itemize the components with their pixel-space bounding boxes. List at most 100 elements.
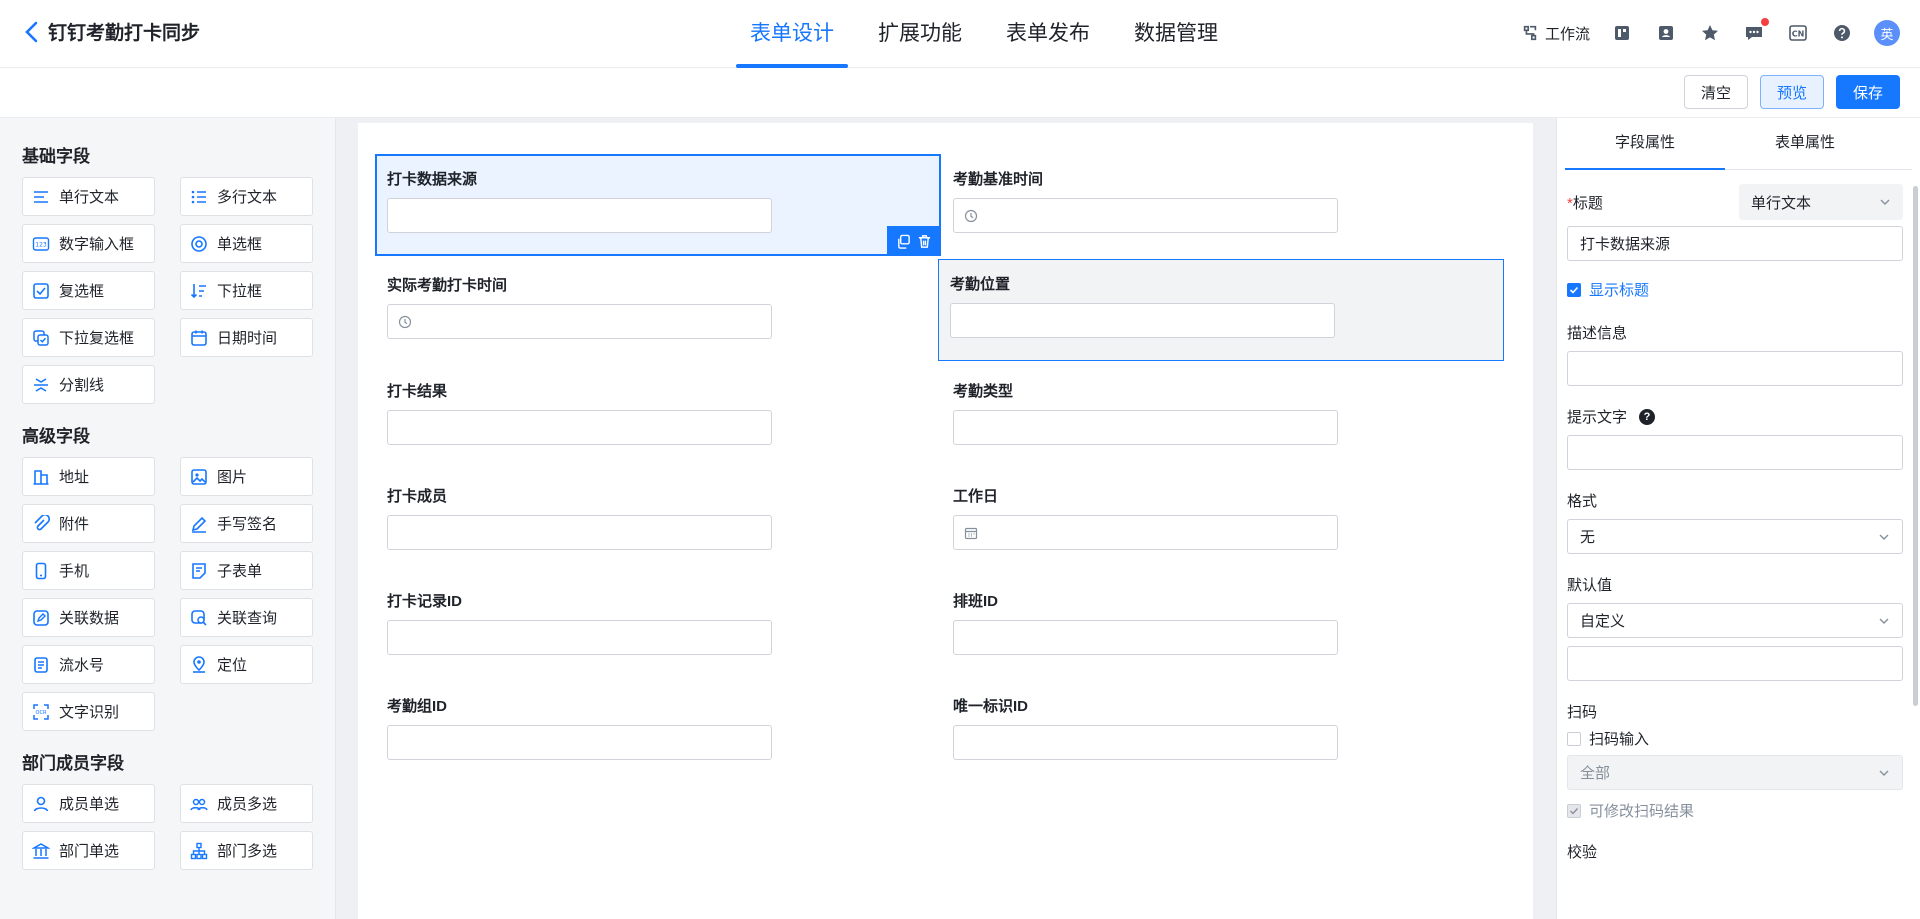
- component-attachment[interactable]: 附件: [22, 504, 155, 543]
- help-circle-icon[interactable]: ?: [1639, 408, 1656, 425]
- component-number-input[interactable]: 123 数字输入框: [22, 224, 155, 263]
- contact-card-icon[interactable]: [1654, 21, 1678, 45]
- format-value: 无: [1580, 529, 1596, 546]
- scrollbar[interactable]: [1913, 186, 1918, 706]
- hint-input[interactable]: [1567, 435, 1903, 470]
- component-subform[interactable]: 子表单: [180, 551, 313, 590]
- tab-data-management[interactable]: 数据管理: [1112, 0, 1240, 68]
- component-image[interactable]: 图片: [180, 457, 313, 496]
- component-member-multi[interactable]: 成员多选: [180, 784, 313, 823]
- field-actions: [887, 226, 941, 256]
- field-input[interactable]: [953, 198, 1338, 233]
- delete-icon[interactable]: [917, 234, 932, 249]
- layout-icon[interactable]: [1610, 21, 1634, 45]
- component-radio[interactable]: 单选框: [180, 224, 313, 263]
- user-avatar[interactable]: 英: [1874, 20, 1900, 46]
- default-value-select[interactable]: 自定义: [1567, 603, 1903, 638]
- form-field-punch-source[interactable]: 打卡数据来源: [375, 154, 941, 256]
- tab-extensions[interactable]: 扩展功能: [856, 0, 984, 68]
- clear-button[interactable]: 清空: [1683, 75, 1748, 109]
- component-member-single[interactable]: 成员单选: [22, 784, 155, 823]
- form-field-group-id[interactable]: 考勤组ID: [375, 681, 941, 783]
- component-checkbox[interactable]: 复选框: [22, 271, 155, 310]
- field-input[interactable]: [387, 410, 772, 445]
- tab-form-properties[interactable]: 表单属性: [1725, 118, 1885, 169]
- field-input[interactable]: [387, 725, 772, 760]
- tab-field-properties[interactable]: 字段属性: [1565, 118, 1725, 170]
- scan-scope-value: 全部: [1580, 765, 1611, 782]
- component-signature[interactable]: 手写签名: [180, 504, 313, 543]
- form-field-workday[interactable]: 工作日: [941, 471, 1507, 573]
- preview-button[interactable]: 预览: [1759, 75, 1824, 109]
- message-icon[interactable]: [1742, 18, 1769, 45]
- component-divider[interactable]: 分割线: [22, 365, 155, 404]
- field-input[interactable]: [953, 620, 1338, 655]
- title-input[interactable]: 打卡数据来源: [1567, 226, 1903, 261]
- pen-icon: [189, 514, 209, 534]
- field-label: 考勤位置: [950, 276, 1011, 293]
- chevron-down-icon: [1879, 534, 1889, 540]
- component-department-multi[interactable]: 部门多选: [180, 831, 313, 870]
- component-label: 下拉复选框: [59, 330, 135, 347]
- component-label: 图片: [217, 469, 248, 486]
- format-select[interactable]: 无: [1567, 519, 1903, 554]
- form-field-attendance-type[interactable]: 考勤类型: [941, 366, 1507, 468]
- component-label: 部门单选: [59, 843, 120, 860]
- component-datetime[interactable]: 日期时间: [180, 318, 313, 357]
- form-field-base-time[interactable]: 考勤基准时间: [941, 154, 1507, 256]
- form-field-punch-record-id[interactable]: 打卡记录ID: [375, 576, 941, 678]
- calendar-icon: [189, 328, 209, 348]
- checkbox-icon: [31, 281, 51, 301]
- calendar-icon: [964, 527, 978, 539]
- field-input[interactable]: [387, 198, 772, 233]
- component-multi-line-text[interactable]: 多行文本: [180, 177, 313, 216]
- workflow-button[interactable]: 工作流: [1521, 23, 1590, 44]
- description-label: 描述信息: [1567, 325, 1628, 342]
- scan-modify-label: 可修改扫码结果: [1589, 803, 1695, 820]
- field-input[interactable]: [950, 303, 1335, 338]
- help-icon[interactable]: [1830, 21, 1854, 45]
- component-serial-number[interactable]: 流水号: [22, 645, 155, 684]
- field-input[interactable]: [387, 620, 772, 655]
- tab-form-design[interactable]: 表单设计: [728, 0, 856, 68]
- field-input[interactable]: [953, 515, 1338, 550]
- copy-icon[interactable]: [896, 234, 911, 249]
- lines-icon: [31, 187, 51, 207]
- form-field-location[interactable]: 考勤位置: [938, 259, 1504, 361]
- star-icon[interactable]: [1698, 21, 1722, 45]
- properties-body: *标题 单行文本 打卡数据来源 显示标题 描述信息 提示文字 ? 格式 无 默认…: [1567, 170, 1903, 862]
- tab-form-publish[interactable]: 表单发布: [984, 0, 1112, 68]
- clock-icon: [964, 209, 978, 222]
- component-address[interactable]: 地址: [22, 457, 155, 496]
- show-title-checkbox[interactable]: 显示标题: [1567, 279, 1903, 300]
- form-field-actual-punch-time[interactable]: 实际考勤打卡时间: [375, 260, 941, 362]
- header-actions: 工作流 CN 英: [1521, 18, 1900, 46]
- component-ocr[interactable]: OCR 文字识别: [22, 692, 155, 731]
- field-type-select[interactable]: 单行文本: [1739, 184, 1903, 220]
- checkbox-disabled-icon: [1567, 803, 1581, 818]
- component-department-single[interactable]: 部门单选: [22, 831, 155, 870]
- component-label: 成员多选: [217, 796, 278, 813]
- component-related-data[interactable]: 关联数据: [22, 598, 155, 637]
- component-location[interactable]: 定位: [180, 645, 313, 684]
- language-cn-icon[interactable]: CN: [1786, 21, 1810, 45]
- back-button[interactable]: 钉钉考勤打卡同步: [24, 18, 200, 45]
- component-single-line-text[interactable]: 单行文本: [22, 177, 155, 216]
- form-field-punch-result[interactable]: 打卡结果: [375, 366, 941, 468]
- field-input[interactable]: [953, 410, 1338, 445]
- default-value-input[interactable]: [1567, 646, 1903, 681]
- component-dropdown[interactable]: 下拉框: [180, 271, 313, 310]
- field-input[interactable]: [953, 725, 1338, 760]
- form-field-schedule-id[interactable]: 排班ID: [941, 576, 1507, 678]
- save-button[interactable]: 保存: [1835, 75, 1900, 109]
- field-input[interactable]: [387, 515, 772, 550]
- component-phone[interactable]: 手机: [22, 551, 155, 590]
- component-related-query[interactable]: 关联查询: [180, 598, 313, 637]
- basic-fields-grid: 单行文本 多行文本 123 数字输入框 单选框 复选框 下拉框 下拉复选框 日期时…: [22, 177, 313, 404]
- form-field-unique-id[interactable]: 唯一标识ID: [941, 681, 1507, 783]
- form-field-punch-member[interactable]: 打卡成员: [375, 471, 941, 573]
- field-input[interactable]: [387, 304, 772, 339]
- component-dropdown-multi[interactable]: 下拉复选框: [22, 318, 155, 357]
- scan-input-checkbox[interactable]: 扫码输入: [1567, 728, 1903, 749]
- description-input[interactable]: [1567, 351, 1903, 386]
